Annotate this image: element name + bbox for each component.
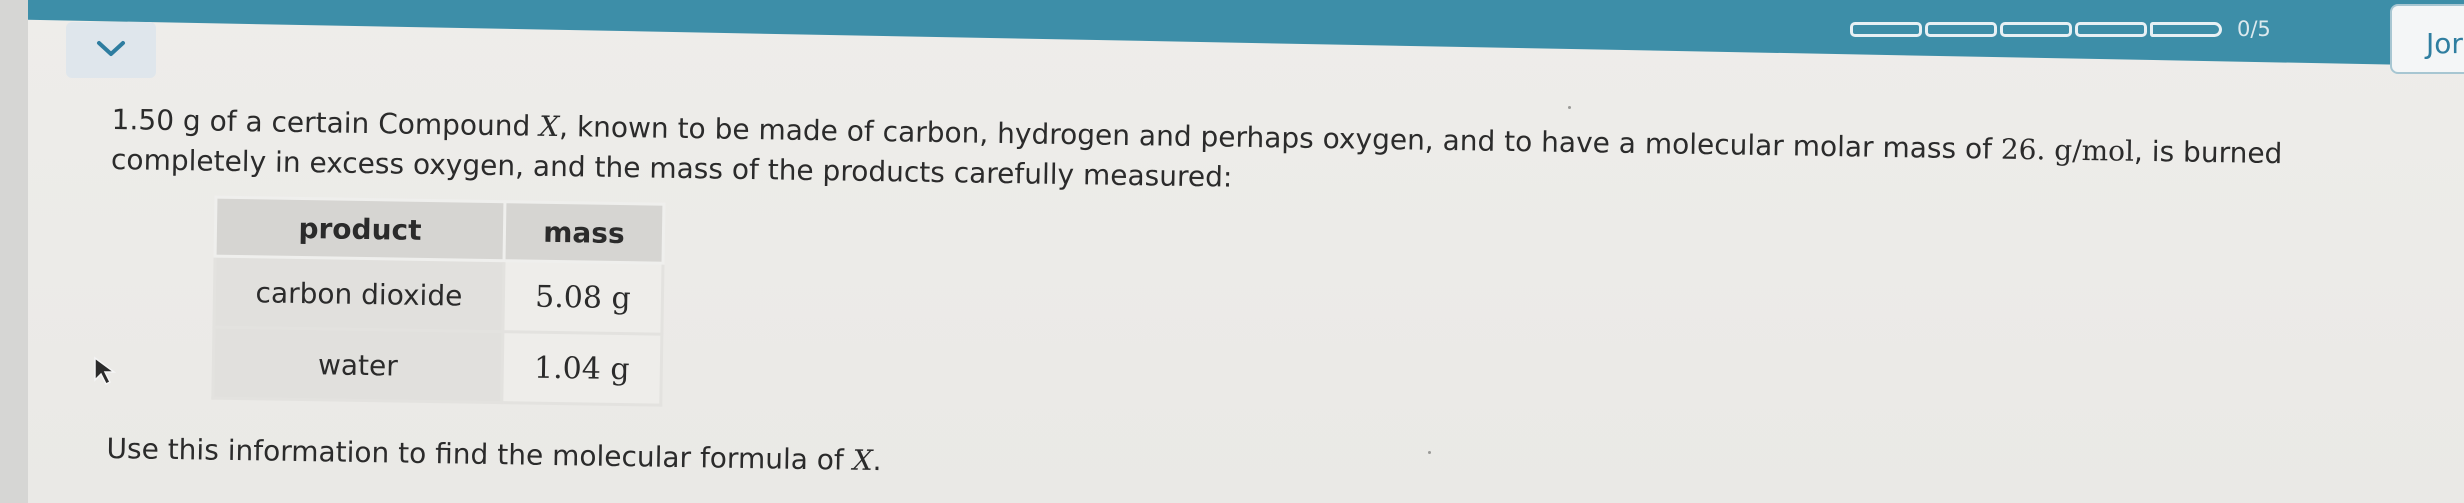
mouse-pointer-icon <box>94 356 117 386</box>
question-content: 1.50 g of a certain Compound X, known to… <box>106 100 2372 503</box>
instruction-text-end: . <box>872 443 882 478</box>
progress-indicator: 0/5 <box>1850 17 2271 41</box>
progress-segment <box>2075 21 2147 37</box>
screen: 0/5 Jor 1.50 g of a certain Compound X, … <box>0 0 2464 503</box>
product-name: carbon dioxide <box>213 256 505 332</box>
user-name: Jor <box>2426 27 2463 60</box>
table-row: carbon dioxide 5.08 g <box>213 256 664 335</box>
dust-speck <box>1568 106 1571 109</box>
instruction-text: Use this information to find the molecul… <box>106 432 2366 500</box>
progress-label: 0/5 <box>2237 17 2271 41</box>
table-row: water 1.04 g <box>212 327 662 406</box>
products-table: product mass carbon dioxide 5.08 g water… <box>211 196 665 407</box>
column-header-mass: mass <box>504 201 664 264</box>
progress-segment <box>1925 21 1997 37</box>
product-mass: 1.04 g <box>501 331 662 406</box>
column-header-product: product <box>215 197 505 261</box>
progress-segment <box>1850 21 1922 37</box>
progress-segment <box>2150 21 2222 37</box>
question-text: 1.50 g of a certain Compound X, known to… <box>111 100 2352 215</box>
instruction-text-body: Use this information to find the molecul… <box>106 431 853 477</box>
chevron-down-icon <box>97 41 125 56</box>
user-menu-button[interactable]: Jor <box>2390 4 2464 74</box>
dust-speck <box>1428 451 1431 454</box>
progress-segment <box>2000 21 2072 37</box>
product-name: water <box>212 327 503 403</box>
molar-mass-value: 26. g/mol <box>2000 132 2135 168</box>
table-header-row: product mass <box>215 197 664 264</box>
collapse-button[interactable] <box>66 22 156 78</box>
question-text-part1: 1.50 g of a certain Compound <box>111 102 540 143</box>
left-edge-strip <box>0 0 28 503</box>
product-mass: 5.08 g <box>502 260 664 335</box>
compound-symbol: X <box>852 443 873 477</box>
compound-symbol: X <box>538 109 560 144</box>
